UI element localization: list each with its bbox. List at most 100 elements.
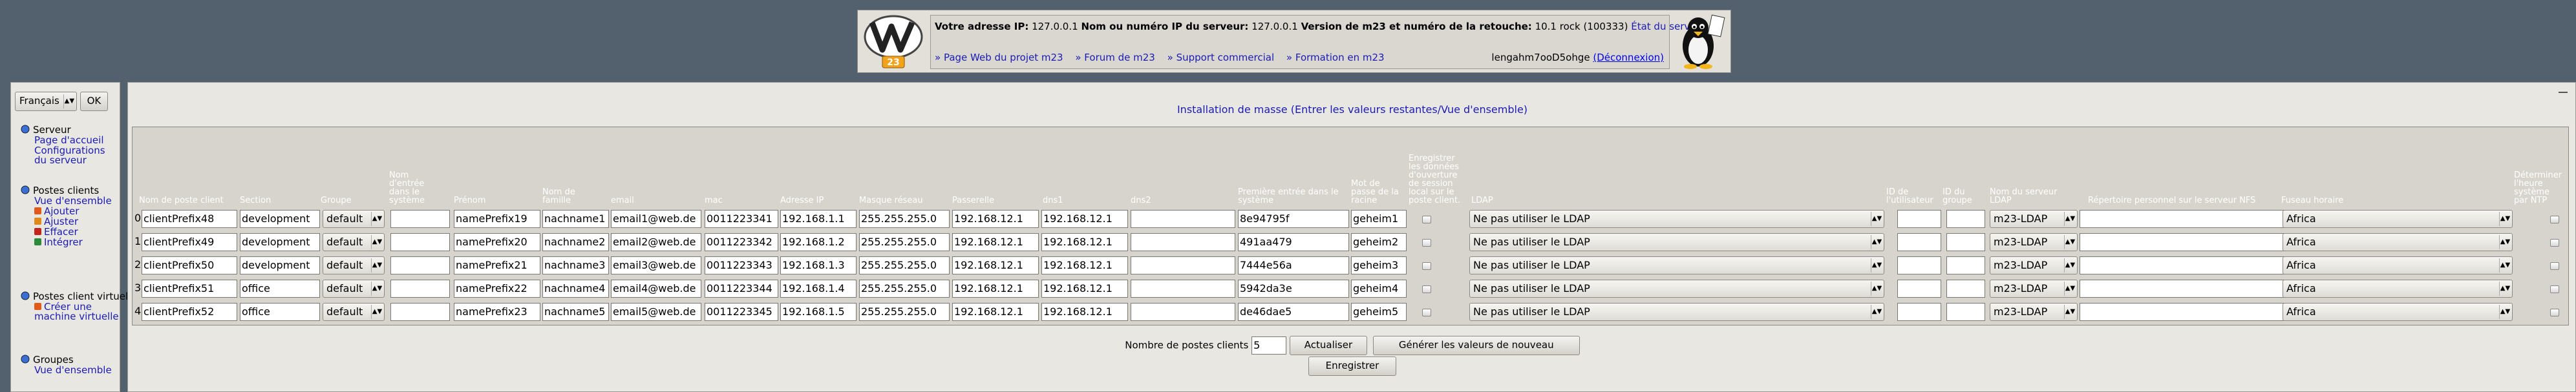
ldap-select[interactable]: Ne pas utiliser le LDAP ▲▼ bbox=[1469, 303, 1884, 321]
refresh-button[interactable]: Actualiser bbox=[1289, 336, 1367, 355]
ldap-server-select[interactable]: m23-LDAP ▲▼ bbox=[1990, 280, 2078, 298]
entry-field[interactable] bbox=[390, 303, 450, 321]
group-select[interactable]: default ▲▼ bbox=[323, 256, 385, 274]
email-field[interactable]: email3@web.de bbox=[611, 256, 701, 274]
root-password-field[interactable]: geheim5 bbox=[1351, 303, 1407, 321]
firstname-field[interactable]: namePrefix22 bbox=[454, 280, 540, 298]
firstname-field[interactable]: namePrefix20 bbox=[454, 233, 540, 251]
dns2-field[interactable] bbox=[1131, 233, 1235, 251]
email-field[interactable]: email1@web.de bbox=[611, 210, 701, 228]
root-password-field[interactable]: geheim4 bbox=[1351, 280, 1407, 298]
gid-field[interactable] bbox=[1946, 210, 1985, 228]
lastname-field[interactable]: nachname1 bbox=[542, 210, 609, 228]
ldap-select[interactable]: Ne pas utiliser le LDAP ▲▼ bbox=[1469, 256, 1884, 274]
gateway-field[interactable]: 192.168.12.1 bbox=[952, 210, 1039, 228]
mac-field[interactable]: 0011223344 bbox=[705, 280, 778, 298]
ntp-checkbox[interactable] bbox=[2550, 239, 2559, 247]
gateway-field[interactable]: 192.168.12.1 bbox=[952, 256, 1039, 274]
uid-field[interactable] bbox=[1897, 280, 1941, 298]
nfs-home-field[interactable] bbox=[2080, 210, 2286, 228]
group-select[interactable]: default ▲▼ bbox=[323, 233, 385, 251]
timezone-select[interactable]: Africa ▲▼ bbox=[2283, 280, 2513, 298]
sidebar-item-create-vm[interactable]: Créer une machine virtuelle bbox=[34, 302, 133, 322]
mac-field[interactable]: 0011223343 bbox=[705, 256, 778, 274]
sidebar-item-delete[interactable]: Effacer bbox=[34, 227, 112, 237]
hostname-field[interactable]: clientPrefix50 bbox=[142, 256, 237, 274]
group-select[interactable]: default ▲▼ bbox=[323, 210, 385, 228]
first-login-field[interactable]: 5942da3e bbox=[1238, 280, 1349, 298]
logout-link[interactable]: (Déconnexion) bbox=[1593, 52, 1664, 63]
ldap-server-select[interactable]: m23-LDAP ▲▼ bbox=[1990, 303, 2078, 321]
language-select[interactable]: Français ▲▼ bbox=[15, 92, 77, 111]
mac-field[interactable]: 0011223345 bbox=[705, 303, 778, 321]
netmask-field[interactable]: 255.255.255.0 bbox=[859, 303, 950, 321]
first-login-field[interactable]: 7444e56a bbox=[1238, 256, 1349, 274]
section-field[interactable]: office bbox=[240, 303, 320, 321]
hostname-field[interactable]: clientPrefix51 bbox=[142, 280, 237, 298]
sidebar-item-adjust[interactable]: Ajuster bbox=[34, 217, 112, 227]
mac-field[interactable]: 0011223341 bbox=[705, 210, 778, 228]
forum-link[interactable]: » Forum de m23 bbox=[1075, 52, 1155, 63]
hostname-field[interactable]: clientPrefix52 bbox=[142, 303, 237, 321]
section-field[interactable]: office bbox=[240, 280, 320, 298]
netmask-field[interactable]: 255.255.255.0 bbox=[859, 280, 950, 298]
dns2-field[interactable] bbox=[1131, 280, 1235, 298]
lastname-field[interactable]: nachname5 bbox=[542, 303, 609, 321]
entry-field[interactable] bbox=[390, 210, 450, 228]
ntp-checkbox[interactable] bbox=[2550, 285, 2559, 293]
lastname-field[interactable]: nachname2 bbox=[542, 233, 609, 251]
ldap-server-select[interactable]: m23-LDAP ▲▼ bbox=[1990, 233, 2078, 251]
gid-field[interactable] bbox=[1946, 256, 1985, 274]
netmask-field[interactable]: 255.255.255.0 bbox=[859, 233, 950, 251]
sidebar-item-server-config[interactable]: Configurations du serveur bbox=[34, 146, 120, 165]
email-field[interactable]: email4@web.de bbox=[611, 280, 701, 298]
language-ok-button[interactable]: OK bbox=[80, 92, 109, 111]
ip-field[interactable]: 192.168.1.5 bbox=[780, 303, 857, 321]
lastname-field[interactable]: nachname3 bbox=[542, 256, 609, 274]
ldap-select[interactable]: Ne pas utiliser le LDAP ▲▼ bbox=[1469, 233, 1884, 251]
dns2-field[interactable] bbox=[1131, 303, 1235, 321]
root-password-field[interactable]: geheim3 bbox=[1351, 256, 1407, 274]
save-login-checkbox[interactable] bbox=[1422, 309, 1431, 316]
sidebar-item-groups-overview[interactable]: Vue d'ensemble bbox=[34, 366, 112, 375]
entry-field[interactable] bbox=[390, 280, 450, 298]
ldap-server-select[interactable]: m23-LDAP ▲▼ bbox=[1990, 256, 2078, 274]
ldap-select[interactable]: Ne pas utiliser le LDAP ▲▼ bbox=[1469, 210, 1884, 228]
nfs-home-field[interactable] bbox=[2080, 256, 2286, 274]
dns1-field[interactable]: 192.168.12.1 bbox=[1041, 210, 1128, 228]
timezone-select[interactable]: Africa ▲▼ bbox=[2283, 303, 2513, 321]
ldap-server-select[interactable]: m23-LDAP ▲▼ bbox=[1990, 210, 2078, 228]
entry-field[interactable] bbox=[390, 256, 450, 274]
nfs-home-field[interactable] bbox=[2080, 303, 2286, 321]
training-link[interactable]: » Formation en m23 bbox=[1286, 52, 1385, 63]
minimize-icon[interactable] bbox=[2559, 87, 2568, 93]
netmask-field[interactable]: 255.255.255.0 bbox=[859, 256, 950, 274]
first-login-field[interactable]: de46dae5 bbox=[1238, 303, 1349, 321]
gid-field[interactable] bbox=[1946, 280, 1985, 298]
gid-field[interactable] bbox=[1946, 233, 1985, 251]
save-login-checkbox[interactable] bbox=[1422, 285, 1431, 293]
gateway-field[interactable]: 192.168.12.1 bbox=[952, 233, 1039, 251]
group-select[interactable]: default ▲▼ bbox=[323, 303, 385, 321]
timezone-select[interactable]: Africa ▲▼ bbox=[2283, 210, 2513, 228]
nfs-home-field[interactable] bbox=[2080, 280, 2286, 298]
mac-field[interactable]: 0011223342 bbox=[705, 233, 778, 251]
root-password-field[interactable]: geheim2 bbox=[1351, 233, 1407, 251]
dns1-field[interactable]: 192.168.12.1 bbox=[1041, 233, 1128, 251]
lastname-field[interactable]: nachname4 bbox=[542, 280, 609, 298]
ldap-select[interactable]: Ne pas utiliser le LDAP ▲▼ bbox=[1469, 280, 1884, 298]
firstname-field[interactable]: namePrefix21 bbox=[454, 256, 540, 274]
client-count-input[interactable]: 5 bbox=[1251, 336, 1287, 355]
ntp-checkbox[interactable] bbox=[2550, 216, 2559, 223]
firstname-field[interactable]: namePrefix23 bbox=[454, 303, 540, 321]
sidebar-item-clients-overview[interactable]: Vue d'ensemble bbox=[34, 196, 112, 206]
save-button[interactable]: Enregistrer bbox=[1308, 356, 1396, 376]
save-login-checkbox[interactable] bbox=[1422, 216, 1431, 223]
group-select[interactable]: default ▲▼ bbox=[323, 280, 385, 298]
save-login-checkbox[interactable] bbox=[1422, 239, 1431, 247]
dns1-field[interactable]: 192.168.12.1 bbox=[1041, 256, 1128, 274]
gid-field[interactable] bbox=[1946, 303, 1985, 321]
dns2-field[interactable] bbox=[1131, 210, 1235, 228]
entry-field[interactable] bbox=[390, 233, 450, 251]
ip-field[interactable]: 192.168.1.2 bbox=[780, 233, 857, 251]
